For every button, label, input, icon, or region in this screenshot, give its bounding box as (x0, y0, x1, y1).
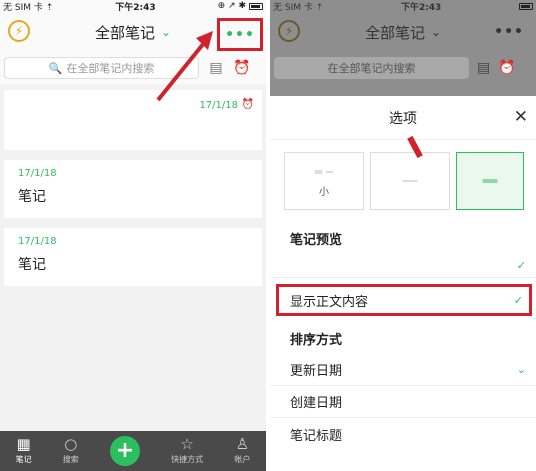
note-icon: ▦ (16, 435, 31, 453)
notes-list-screen: 无 SIM 卡 ⇡ 下午2:43 ⊕ ↗ ✱ ⚡ 全部笔记 ⌄ ••• 🔍 在全… (0, 0, 266, 471)
note-card[interactable]: 17/1/18 笔记 (4, 160, 262, 218)
sort-option-title[interactable]: 笔记标题 (270, 418, 536, 450)
sort-label: 更新日期 (290, 364, 343, 379)
alarm-clock-icon[interactable]: ⏰ (233, 59, 251, 77)
more-button[interactable]: ••• (217, 18, 263, 51)
more-dots-icon: ••• (225, 26, 255, 43)
preview-option[interactable]: ✓ (270, 254, 536, 278)
search-row: 在全部笔记内搜索 ▤ ⏰ (270, 52, 536, 84)
tab-label: 笔记 (15, 455, 32, 464)
layout-option-small[interactable]: ═ ─ 小 (284, 152, 364, 210)
tab-account[interactable]: ♙ 帐户 (234, 437, 250, 465)
sort-label: 创建日期 (290, 396, 343, 411)
layout-lines-icon: ══ (482, 174, 498, 188)
checkmark-icon: ✓ (516, 259, 526, 272)
status-time: 下午2:43 (400, 2, 442, 13)
nav-title: 全部笔记 (364, 23, 425, 42)
nav-title: 全部笔记 (94, 23, 155, 42)
note-list: 17/1/18 ⏰ 17/1/18 笔记 17/1/18 笔记 (0, 84, 266, 286)
status-icons: ⊕ ↗ ✱ (218, 1, 263, 11)
search-icon: ○ (64, 435, 78, 453)
notebook-icon: ▤ (477, 60, 491, 76)
note-card[interactable]: 17/1/18 笔记 (4, 228, 262, 286)
search-icon: 🔍 (48, 61, 63, 75)
tab-bar: ▦ 笔记 ○ 搜索 + ☆ 快捷方式 ♙ 帐户 (0, 431, 266, 471)
alarm-clock-icon: ⏰ (498, 60, 516, 76)
carrier-text: 无 SIM 卡 ⇡ (273, 2, 324, 13)
tab-label: 帐户 (234, 455, 251, 464)
plus-icon: + (109, 436, 140, 466)
more-dots-icon: ••• (494, 24, 524, 40)
search-placeholder: 在全部笔记内搜索 (327, 62, 416, 75)
sort-option-updated[interactable]: 更新日期 ⌄ (270, 354, 536, 386)
layout-option-large[interactable]: ══ (456, 152, 524, 210)
options-screen: 无 SIM 卡 ⇡ 下午2:43 ⚡ 全部笔记 ⌄ ••• 在全部笔记内搜索 ▤… (270, 0, 536, 471)
tab-search[interactable]: ○ 搜索 (63, 437, 79, 465)
chevron-down-icon: ⌄ (516, 363, 526, 376)
status-time: 下午2:43 (115, 2, 156, 13)
show-body-label: 显示正文内容 (290, 294, 369, 310)
tab-label: 搜索 (62, 455, 79, 464)
note-card[interactable]: 17/1/18 ⏰ (4, 90, 262, 150)
lightning-icon[interactable]: ⚡ (8, 20, 30, 42)
sheet-title: 选项 (389, 110, 417, 127)
nav-bar: ⚡ 全部笔记 ⌄ ••• (270, 12, 536, 52)
sort-header: 排序方式 (290, 332, 343, 348)
screenshot-root: 无 SIM 卡 ⇡ 下午2:43 ⊕ ↗ ✱ ⚡ 全部笔记 ⌄ ••• 🔍 在全… (0, 0, 536, 471)
status-symbols: ⊕ ↗ ✱ (217, 1, 246, 11)
preview-header: 笔记预览 (290, 232, 343, 248)
sort-section-header: 排序方式 (270, 322, 536, 354)
close-icon[interactable]: ✕ (514, 107, 528, 127)
battery-icon (519, 2, 533, 10)
dimmed-background[interactable]: 无 SIM 卡 ⇡ 下午2:43 ⚡ 全部笔记 ⌄ ••• 在全部笔记内搜索 ▤… (270, 0, 536, 96)
note-title: 笔记 (18, 189, 46, 205)
sheet-header: 选项 ✕ (270, 96, 536, 140)
layout-label: 小 (319, 186, 329, 198)
tab-notes[interactable]: ▦ 笔记 (16, 437, 32, 465)
battery-icon (249, 2, 263, 10)
layout-option-medium[interactable]: ── (370, 152, 450, 210)
layout-lines-icon: ═ ─ (314, 164, 334, 179)
nav-bar: ⚡ 全部笔记 ⌄ ••• (0, 12, 266, 52)
red-arrow-annotation (156, 31, 213, 102)
carrier-text: 无 SIM 卡 ⇡ (3, 2, 54, 13)
status-bar: 无 SIM 卡 ⇡ 下午2:43 (270, 0, 536, 13)
search-input: 在全部笔记内搜索 (274, 57, 469, 79)
reminder-icon: ⏰ (241, 99, 254, 110)
note-date: 17/1/18 (18, 236, 57, 247)
tab-shortcuts[interactable]: ☆ 快捷方式 (171, 437, 203, 465)
options-sheet: 选项 ✕ ═ ─ 小 ── ══ 笔记预览 ✓ 显示正文内容 ✓ 排序方式 更新… (270, 96, 536, 471)
star-icon: ☆ (180, 435, 194, 453)
search-row: 🔍 在全部笔记内搜索 ▤ ⏰ (0, 52, 266, 84)
note-date: 17/1/18 (18, 168, 57, 179)
tab-label: 快捷方式 (171, 455, 204, 464)
checkmark-icon: ✓ (513, 293, 523, 307)
layout-picker: ═ ─ 小 ── ══ (270, 140, 536, 222)
note-title: 笔记 (18, 257, 46, 273)
status-bar: 无 SIM 卡 ⇡ 下午2:43 ⊕ ↗ ✱ (0, 0, 266, 13)
search-placeholder: 在全部笔记内搜索 (66, 62, 155, 75)
account-icon: ♙ (235, 435, 250, 453)
sort-option-created[interactable]: 创建日期 (270, 386, 536, 418)
tab-new-note[interactable]: + (109, 436, 140, 466)
chevron-down-icon: ⌄ (430, 25, 442, 39)
layout-lines-icon: ── (402, 174, 418, 188)
preview-section-header: 笔记预览 (270, 222, 536, 254)
lightning-icon: ⚡ (278, 20, 300, 42)
sort-label: 笔记标题 (290, 428, 343, 444)
show-body-option[interactable]: 显示正文内容 ✓ (276, 284, 532, 316)
